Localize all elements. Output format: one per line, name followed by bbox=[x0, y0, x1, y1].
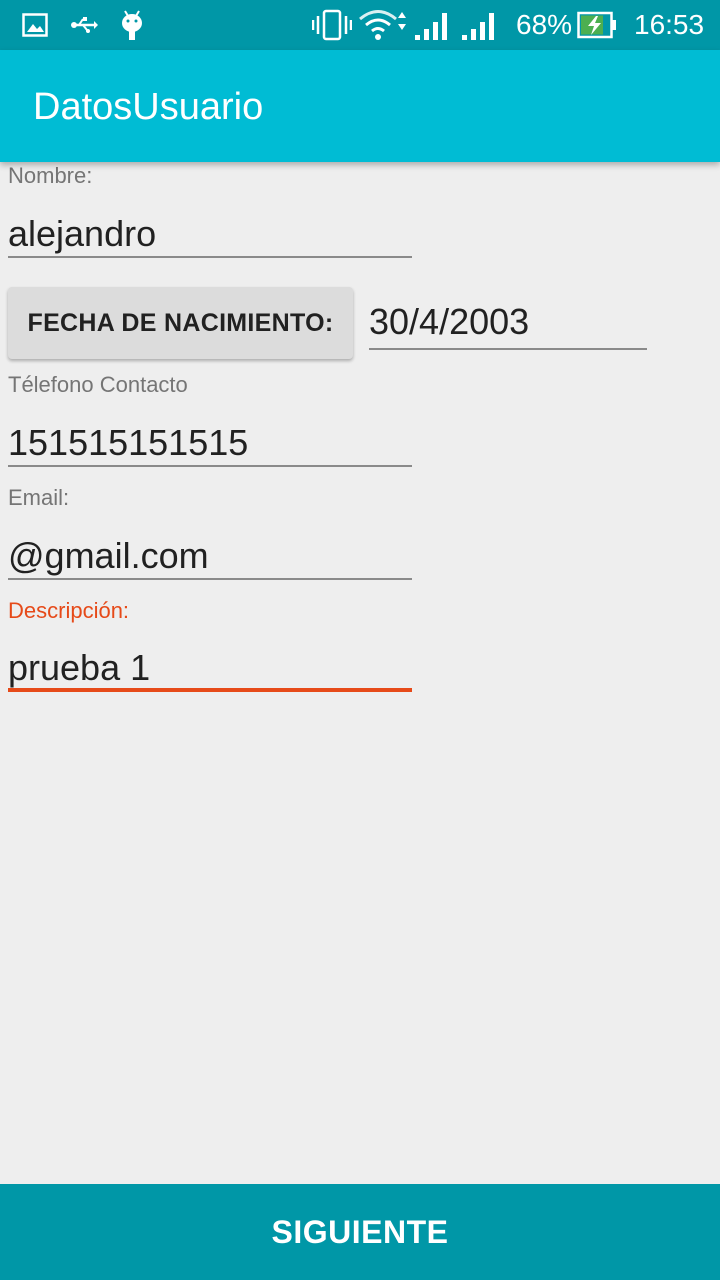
battery-percent: 68% bbox=[516, 9, 573, 40]
phone-label: Télefono Contacto bbox=[8, 372, 188, 397]
birthdate-button[interactable]: FECHA DE NACIMIENTO: bbox=[8, 287, 353, 359]
signal-icon-2 bbox=[461, 0, 499, 50]
birthdate-field[interactable]: 30/4/2003 bbox=[369, 300, 647, 350]
page-title: DatosUsuario bbox=[33, 86, 264, 128]
description-label: Descripción: bbox=[8, 598, 130, 623]
email-field[interactable]: @gmail.com bbox=[8, 536, 412, 580]
status-bar: 68% 16:53 bbox=[0, 0, 720, 50]
name-label: Nombre: bbox=[8, 163, 93, 188]
name-field[interactable]: alejandro bbox=[8, 214, 412, 258]
description-field[interactable]: prueba 1 bbox=[8, 648, 412, 692]
image-icon bbox=[22, 0, 48, 50]
next-button[interactable]: SIGUIENTE bbox=[0, 1184, 720, 1280]
phone-field[interactable]: 151515151515 bbox=[8, 423, 412, 467]
clock: 16:53 bbox=[634, 9, 705, 40]
app-bar: DatosUsuario bbox=[0, 50, 720, 162]
email-label: Email: bbox=[8, 485, 70, 510]
wifi-icon bbox=[358, 0, 410, 50]
android-debug-icon bbox=[118, 0, 146, 50]
vibrate-icon bbox=[312, 0, 352, 50]
signal-icon-1 bbox=[414, 0, 452, 50]
usb-icon bbox=[70, 0, 98, 50]
battery-charging-icon bbox=[577, 0, 617, 50]
